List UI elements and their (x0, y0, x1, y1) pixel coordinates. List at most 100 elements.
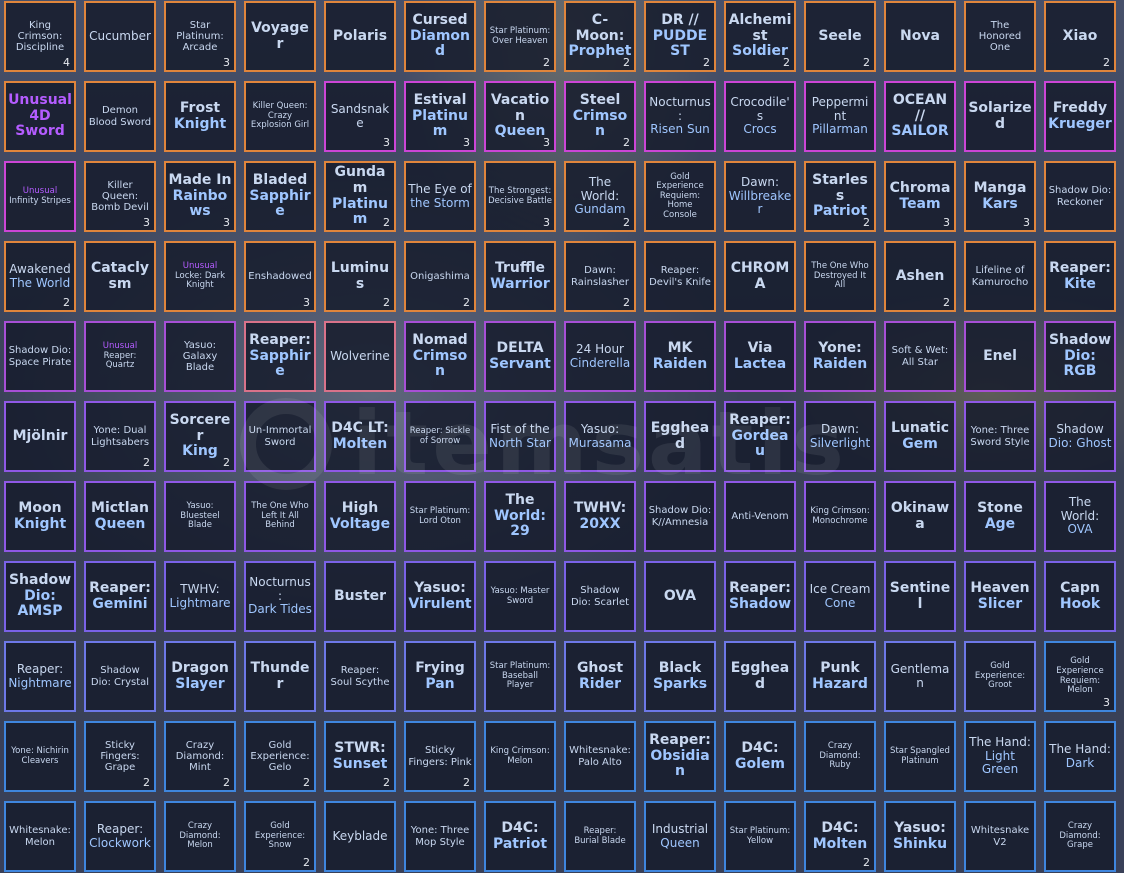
inventory-slot[interactable]: King Crimson: Monochrome (804, 481, 876, 552)
inventory-slot[interactable]: Shadow Dio: Space Pirate (4, 321, 76, 392)
inventory-slot[interactable]: Demon Blood Sword (84, 81, 156, 152)
inventory-slot[interactable]: Shadow Dio: Reckoner (1044, 161, 1116, 232)
inventory-slot[interactable]: Reaper: Obsidian (644, 721, 716, 792)
inventory-slot[interactable]: Ice Cream Cone (804, 561, 876, 632)
inventory-slot[interactable]: Gold Experience Requiem: Home Console (644, 161, 716, 232)
inventory-slot[interactable]: Anti-Venom (724, 481, 796, 552)
inventory-slot[interactable]: Reaper: Sapphire (244, 321, 316, 392)
inventory-slot[interactable]: Sandsnake 3 (324, 81, 396, 152)
inventory-slot[interactable]: Egghead (644, 401, 716, 472)
inventory-slot[interactable]: Killer Queen: Crazy Explosion Girl (244, 81, 316, 152)
inventory-slot[interactable]: Wolverine (324, 321, 396, 392)
inventory-slot[interactable]: Yone: Dual Lightsabers 2 (84, 401, 156, 472)
inventory-slot[interactable]: Stone Age (964, 481, 1036, 552)
inventory-slot[interactable]: Voyager (244, 1, 316, 72)
inventory-slot[interactable]: The Hand: Light Green (964, 721, 1036, 792)
inventory-slot[interactable]: DELTA Servant (484, 321, 556, 392)
inventory-slot[interactable]: Enel (964, 321, 1036, 392)
inventory-slot[interactable]: Buster (324, 561, 396, 632)
inventory-slot[interactable]: Mictlan Queen (84, 481, 156, 552)
inventory-slot[interactable]: Seele 2 (804, 1, 876, 72)
inventory-slot[interactable]: Reaper: Kite (1044, 241, 1116, 312)
inventory-slot[interactable]: Polaris (324, 1, 396, 72)
inventory-slot[interactable]: Ghost Rider (564, 641, 636, 712)
inventory-slot[interactable]: Reaper: Sickle of Sorrow (404, 401, 476, 472)
inventory-slot[interactable]: Crazy Diamond: Grape (1044, 801, 1116, 872)
inventory-slot[interactable]: C-Moon: Prophet 2 (564, 1, 636, 72)
inventory-slot[interactable]: Yasuo: Bluesteel Blade (164, 481, 236, 552)
inventory-slot[interactable]: Killer Queen: Bomb Devil 3 (84, 161, 156, 232)
inventory-slot[interactable]: OVA (644, 561, 716, 632)
inventory-slot[interactable]: Unusual Locke: Dark Knight (164, 241, 236, 312)
inventory-slot[interactable]: Via Lactea (724, 321, 796, 392)
inventory-slot[interactable]: Gentleman (884, 641, 956, 712)
inventory-slot[interactable]: Reaper: Gemini (84, 561, 156, 632)
inventory-slot[interactable]: Estival Platinum 3 (404, 81, 476, 152)
inventory-slot[interactable]: Punk Hazard (804, 641, 876, 712)
inventory-slot[interactable]: Heaven Slicer (964, 561, 1036, 632)
inventory-slot[interactable]: The World: 29 (484, 481, 556, 552)
inventory-slot[interactable]: D4C LT: Molten (324, 401, 396, 472)
inventory-slot[interactable]: Capn Hook (1044, 561, 1116, 632)
inventory-slot[interactable]: Peppermint Pillarman (804, 81, 876, 152)
inventory-slot[interactable]: Reaper: Burial Blade (564, 801, 636, 872)
inventory-slot[interactable]: Frying Pan (404, 641, 476, 712)
inventory-slot[interactable]: Nova (884, 1, 956, 72)
inventory-slot[interactable]: Whitesnake V2 (964, 801, 1036, 872)
inventory-slot[interactable]: Gold Experience Requiem: Melon 3 (1044, 641, 1116, 712)
inventory-slot[interactable]: Nomad Crimson (404, 321, 476, 392)
inventory-slot[interactable]: The Hand: Dark (1044, 721, 1116, 792)
inventory-slot[interactable]: The World: Gundam 2 (564, 161, 636, 232)
inventory-slot[interactable]: Unusual Reaper: Quartz (84, 321, 156, 392)
inventory-slot[interactable]: Shadow Dio: RGB (1044, 321, 1116, 392)
inventory-slot[interactable]: Cataclysm (84, 241, 156, 312)
inventory-slot[interactable]: Moon Knight (4, 481, 76, 552)
inventory-slot[interactable]: Star Platinum: Arcade 3 (164, 1, 236, 72)
inventory-slot[interactable]: TWHV: Lightmare (164, 561, 236, 632)
inventory-slot[interactable]: DR //PUDDEST 2 (644, 1, 716, 72)
inventory-slot[interactable]: Whitesnake: Palo Alto (564, 721, 636, 792)
inventory-slot[interactable]: Reaper: Shadow (724, 561, 796, 632)
inventory-slot[interactable]: Yasuo: Virulent (404, 561, 476, 632)
inventory-slot[interactable]: Frost Knight (164, 81, 236, 152)
inventory-slot[interactable]: Starless Patriot 2 (804, 161, 876, 232)
inventory-slot[interactable]: The One Who Left It All Behind (244, 481, 316, 552)
inventory-slot[interactable]: 24 Hour Cinderella (564, 321, 636, 392)
inventory-slot[interactable]: Shadow Dio: AMSP (4, 561, 76, 632)
inventory-slot[interactable]: Nocturnus: Risen Sun (644, 81, 716, 152)
inventory-slot[interactable]: Steel Crimson 2 (564, 81, 636, 152)
inventory-slot[interactable]: Shadow Dio: Ghost (1044, 401, 1116, 472)
inventory-slot[interactable]: Unusual Infinity Stripes (4, 161, 76, 232)
inventory-slot[interactable]: The Honored One (964, 1, 1036, 72)
inventory-slot[interactable]: The Eye of the Storm (404, 161, 476, 232)
inventory-slot[interactable]: OCEAN //SAILOR (884, 81, 956, 152)
inventory-slot[interactable]: Alchemist Soldier 2 (724, 1, 796, 72)
inventory-slot[interactable]: Fist of the North Star (484, 401, 556, 472)
inventory-slot[interactable]: Dawn: Silverlight (804, 401, 876, 472)
inventory-slot[interactable]: D4C: Patriot (484, 801, 556, 872)
inventory-slot[interactable]: Gold Experience: Groot (964, 641, 1036, 712)
inventory-slot[interactable]: Industrial Queen (644, 801, 716, 872)
inventory-slot[interactable]: Cucumber (84, 1, 156, 72)
inventory-slot[interactable]: Shadow Dio: K//Amnesia (644, 481, 716, 552)
inventory-slot[interactable]: Bladed Sapphire (244, 161, 316, 232)
inventory-slot[interactable]: Reaper: Soul Scythe (324, 641, 396, 712)
inventory-slot[interactable]: The World: OVA (1044, 481, 1116, 552)
inventory-slot[interactable]: Soft & Wet: All Star (884, 321, 956, 392)
inventory-slot[interactable]: Manga Kars 3 (964, 161, 1036, 232)
inventory-slot[interactable]: Solarized (964, 81, 1036, 152)
inventory-slot[interactable]: Shadow Dio: Scarlet (564, 561, 636, 632)
inventory-slot[interactable]: Enshadowed 3 (244, 241, 316, 312)
inventory-slot[interactable]: Sticky Fingers: Pink 2 (404, 721, 476, 792)
inventory-slot[interactable]: Made In Rainbows 3 (164, 161, 236, 232)
inventory-slot[interactable]: Star Platinum: Over Heaven 2 (484, 1, 556, 72)
inventory-slot[interactable]: Thunder (244, 641, 316, 712)
inventory-slot[interactable]: Gold Experience: Snow 2 (244, 801, 316, 872)
inventory-slot[interactable]: Star Spangled Platinum (884, 721, 956, 792)
inventory-slot[interactable]: STWR: Sunset 2 (324, 721, 396, 792)
inventory-slot[interactable]: Mjölnir (4, 401, 76, 472)
inventory-slot[interactable]: High Voltage (324, 481, 396, 552)
inventory-slot[interactable]: Unusual 4D Sword (4, 81, 76, 152)
inventory-slot[interactable]: Star Platinum: Lord Oton (404, 481, 476, 552)
inventory-slot[interactable]: D4C: Molten 2 (804, 801, 876, 872)
